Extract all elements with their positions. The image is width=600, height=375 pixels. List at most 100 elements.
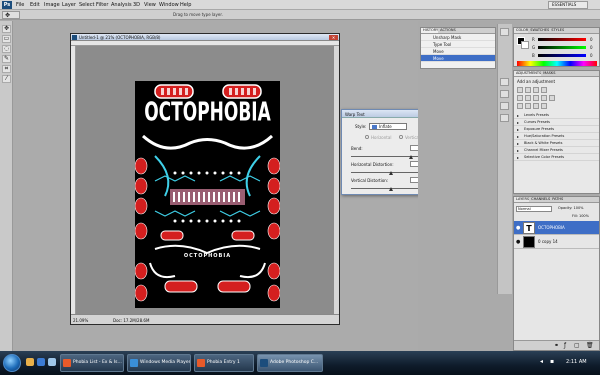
tab-color[interactable]: COLOR: [514, 28, 529, 33]
posterize-icon[interactable]: [525, 103, 531, 109]
browser-icon[interactable]: [37, 358, 45, 366]
zoom-level[interactable]: 21.09%: [73, 318, 88, 323]
history-row-selected[interactable]: Move: [421, 55, 495, 62]
menu-edit[interactable]: Edit: [30, 2, 40, 8]
taskbar-button-active[interactable]: Adobe Photoshop C...: [257, 354, 323, 372]
layer-row-selected[interactable]: ● T OCTOPHOBIA: [514, 221, 599, 235]
brightness-icon[interactable]: [517, 87, 523, 93]
history-panel-icon[interactable]: [500, 28, 509, 36]
crop-tool-icon[interactable]: ⌗: [2, 65, 11, 73]
color-ramp[interactable]: [517, 61, 597, 66]
tab-paths[interactable]: PATHS: [550, 197, 563, 202]
menu-analysis[interactable]: Analysis: [111, 2, 132, 8]
show-desktop-icon[interactable]: [48, 358, 56, 366]
clock[interactable]: 2:11 AM: [566, 359, 587, 365]
document-titlebar[interactable]: Untitled-1 @ 21% (OCTOPHOBIA, RGB/8) ✕: [71, 34, 339, 41]
preset-selective-color[interactable]: Selective Color Presets: [514, 154, 599, 161]
blend-mode-select[interactable]: Normal: [516, 206, 552, 212]
network-icon[interactable]: ▪: [550, 358, 554, 365]
eye-icon[interactable]: ●: [516, 239, 520, 245]
preset-channel-mixer[interactable]: Channel Mixer Presets: [514, 147, 599, 154]
opacity-field[interactable]: Opacity: 100%: [558, 206, 584, 210]
exposure-icon[interactable]: [541, 87, 547, 93]
menu-filter[interactable]: Filter: [96, 2, 108, 8]
paragraph-panel-icon[interactable]: [500, 114, 509, 122]
character-panel-icon[interactable]: [500, 102, 509, 110]
vertical-radio[interactable]: [399, 135, 403, 139]
tool-preset-picker[interactable]: ✥: [2, 11, 20, 19]
explorer-icon[interactable]: [26, 358, 34, 366]
marquee-tool-icon[interactable]: ▭: [2, 35, 11, 43]
link-icon[interactable]: ⚭: [554, 342, 559, 349]
history-row[interactable]: Type Tool: [421, 41, 495, 48]
fill-field[interactable]: Fill: 100%: [572, 214, 589, 218]
trash-icon[interactable]: 🗑: [586, 342, 594, 349]
tab-styles[interactable]: STYLES: [549, 28, 564, 33]
history-row[interactable]: Move: [421, 48, 495, 55]
taskbar-button[interactable]: Phobia List - Ex & Is...: [60, 354, 124, 372]
black-white-icon[interactable]: [541, 95, 547, 101]
artwork-title-text[interactable]: OCTOPHOBIA: [135, 98, 280, 128]
background-swatch[interactable]: [521, 41, 529, 49]
start-button[interactable]: [3, 354, 21, 372]
bend-slider-thumb[interactable]: [409, 155, 413, 159]
color-balance-icon[interactable]: [533, 95, 539, 101]
history-row[interactable]: Unsharp Mask: [421, 34, 495, 41]
invert-icon[interactable]: [517, 103, 523, 109]
canvas-area[interactable]: OCTOPHOBIA OCTOPHOBIA: [76, 46, 334, 314]
new-layer-icon[interactable]: ▢: [574, 342, 580, 349]
channel-r-value[interactable]: 0: [590, 37, 593, 42]
workspace-switcher[interactable]: ESSENTIALS: [548, 1, 588, 9]
eyedropper-tool-icon[interactable]: ⁄: [2, 75, 11, 83]
brushes-panel-icon[interactable]: [500, 78, 509, 86]
preset-exposure[interactable]: Exposure Presets: [514, 126, 599, 133]
eye-icon[interactable]: ●: [516, 225, 520, 231]
taskbar-button[interactable]: Windows Media Player: [127, 354, 191, 372]
vibrance-icon[interactable]: [517, 95, 523, 101]
clone-source-panel-icon[interactable]: [500, 90, 509, 98]
style-dropdown[interactable]: Inflate: [369, 123, 407, 130]
channel-g-value[interactable]: 0: [590, 45, 593, 50]
quick-select-tool-icon[interactable]: ✎: [2, 55, 11, 63]
menu-layer[interactable]: Layer: [62, 2, 76, 8]
vdist-slider-thumb[interactable]: [389, 187, 393, 191]
hue-saturation-icon[interactable]: [525, 95, 531, 101]
photo-filter-icon[interactable]: [549, 95, 555, 101]
lasso-tool-icon[interactable]: ◌: [2, 45, 11, 53]
red-slider[interactable]: [538, 38, 586, 41]
volume-icon[interactable]: ◂: [540, 358, 543, 365]
menu-3d[interactable]: 3D: [133, 2, 140, 8]
menu-image[interactable]: Image: [44, 2, 60, 8]
artwork-canvas[interactable]: OCTOPHOBIA OCTOPHOBIA: [135, 81, 280, 308]
tab-layers[interactable]: LAYERS: [514, 197, 530, 202]
menu-window[interactable]: Window: [159, 2, 179, 8]
taskbar-button[interactable]: Phobia Entry 1: [194, 354, 254, 372]
menu-view[interactable]: View: [144, 2, 156, 8]
menu-help[interactable]: Help: [180, 2, 191, 8]
gradient-map-icon[interactable]: [541, 103, 547, 109]
preset-hue-saturation[interactable]: Hue/Saturation Presets: [514, 133, 599, 140]
fx-icon[interactable]: ƒ: [564, 342, 566, 349]
menu-select[interactable]: Select: [79, 2, 94, 8]
tab-masks[interactable]: MASKS: [541, 71, 555, 76]
preset-black-white[interactable]: Black & White Presets: [514, 140, 599, 147]
vertical-scrollbar[interactable]: [334, 46, 339, 314]
tab-swatches[interactable]: SWATCHES: [528, 28, 549, 33]
menu-file[interactable]: File: [16, 2, 24, 8]
move-tool-icon[interactable]: ✥: [2, 25, 11, 33]
close-icon[interactable]: ✕: [329, 35, 338, 40]
channel-b-value[interactable]: 0: [590, 53, 593, 58]
preset-curves[interactable]: Curves Presets: [514, 119, 599, 126]
tab-actions[interactable]: ACTIONS: [438, 28, 456, 33]
curves-icon[interactable]: [533, 87, 539, 93]
hdist-slider-thumb[interactable]: [389, 171, 393, 175]
tab-adjustments[interactable]: ADJUSTMENTS: [514, 71, 542, 76]
tab-channels[interactable]: CHANNELS: [529, 197, 550, 202]
horizontal-radio[interactable]: [365, 135, 369, 139]
green-slider[interactable]: [538, 46, 586, 49]
blue-slider[interactable]: [538, 54, 586, 57]
tab-history[interactable]: HISTORY: [421, 28, 439, 33]
levels-icon[interactable]: [525, 87, 531, 93]
layer-row[interactable]: ● 0 copy 14: [514, 235, 599, 249]
preset-levels[interactable]: Levels Presets: [514, 112, 599, 119]
